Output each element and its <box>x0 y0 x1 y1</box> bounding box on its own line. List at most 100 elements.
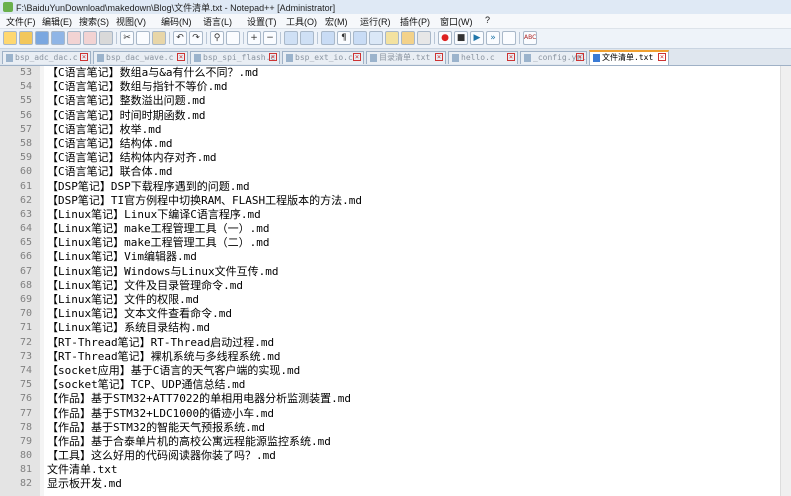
word-wrap-icon[interactable] <box>321 31 335 45</box>
zoom-in-icon[interactable]: + <box>247 31 261 45</box>
line-text[interactable]: 【Linux笔记】文本文件查看命令.md <box>47 307 232 321</box>
editor-line[interactable]: 61 【DSP笔记】DSP下载程序遇到的问题.md <box>0 180 791 194</box>
line-text[interactable]: 【C语言笔记】联合体.md <box>47 165 173 179</box>
print-icon[interactable] <box>99 31 113 45</box>
tab-bsp-ext-io[interactable]: bsp_ext_io.c × <box>282 51 364 64</box>
close-tab-icon[interactable]: × <box>658 53 666 61</box>
editor-line[interactable]: 77 【作品】基于STM32+LDC1000的循迹小车.md <box>0 407 791 421</box>
save-icon[interactable] <box>35 31 49 45</box>
menu-edit[interactable]: 编辑(E) <box>42 15 72 28</box>
line-text[interactable]: 【作品】基于合泰单片机的高校公寓远程能源监控系统.md <box>47 435 331 449</box>
editor-line[interactable]: 60 【C语言笔记】联合体.md <box>0 165 791 179</box>
open-file-icon[interactable] <box>19 31 33 45</box>
line-text[interactable]: 【Linux笔记】Vim编辑器.md <box>47 250 197 264</box>
menu-settings[interactable]: 设置(T) <box>247 15 277 28</box>
undo-icon[interactable]: ↶ <box>173 31 187 45</box>
close-tab-icon[interactable]: × <box>177 53 185 61</box>
vertical-scrollbar[interactable] <box>780 66 791 496</box>
editor-line[interactable]: 62 【DSP笔记】TI官方例程中切换RAM、FLASH工程版本的方法.md <box>0 194 791 208</box>
line-text[interactable]: 【socket应用】基于C语言的天气客户端的实现.md <box>47 364 300 378</box>
menu-help[interactable]: ? <box>485 15 490 25</box>
replace-icon[interactable] <box>226 31 240 45</box>
editor-line[interactable]: 78 【作品】基于STM32的智能天气预报系统.md <box>0 421 791 435</box>
line-text[interactable]: 【作品】基于STM32+ATT7022的单相用电器分析监测装置.md <box>47 392 351 406</box>
tab-dir-list[interactable]: 目录清单.txt × <box>366 51 446 64</box>
text-editor[interactable]: 53 【C语言笔记】数组a与&a有什么不同？.md 54 【C语言笔记】数组与指针不等… <box>0 66 791 496</box>
menu-macro[interactable]: 宏(M) <box>325 15 348 28</box>
editor-line[interactable]: 75 【socket笔记】TCP、UDP通信总结.md <box>0 378 791 392</box>
line-text[interactable]: 【Linux笔记】系统目录结构.md <box>47 321 210 335</box>
editor-line[interactable]: 74 【socket应用】基于C语言的天气客户端的实现.md <box>0 364 791 378</box>
tab-bsp-adc-dac[interactable]: bsp_adc_dac.c × <box>2 51 91 64</box>
close-tab-icon[interactable]: × <box>353 53 361 61</box>
line-text[interactable]: 【C语言笔记】枚举.md <box>47 123 162 137</box>
menu-encoding[interactable]: 编码(N) <box>161 15 192 28</box>
editor-line[interactable]: 65 【Linux笔记】make工程管理工具（二）.md <box>0 236 791 250</box>
editor-line[interactable]: 66 【Linux笔记】Vim编辑器.md <box>0 250 791 264</box>
editor-line[interactable]: 82 显示板开发.md <box>0 477 791 491</box>
editor-line[interactable]: 69 【Linux笔记】文件的权限.md <box>0 293 791 307</box>
save-all-icon[interactable] <box>51 31 65 45</box>
line-text[interactable]: 【Linux笔记】Linux下编译C语言程序.md <box>47 208 261 222</box>
editor-line[interactable]: 53 【C语言笔记】数组a与&a有什么不同？.md <box>0 66 791 80</box>
editor-line[interactable]: 63 【Linux笔记】Linux下编译C语言程序.md <box>0 208 791 222</box>
line-text[interactable]: 【Linux笔记】文件的权限.md <box>47 293 199 307</box>
find-icon[interactable]: ⚲ <box>210 31 224 45</box>
line-text[interactable]: 【socket笔记】TCP、UDP通信总结.md <box>47 378 245 392</box>
editor-line[interactable]: 79 【作品】基于合泰单片机的高校公寓远程能源监控系统.md <box>0 435 791 449</box>
doc-map-icon[interactable] <box>369 31 383 45</box>
line-text[interactable]: 文件清单.txt <box>47 463 118 477</box>
menu-view[interactable]: 视图(V) <box>116 15 146 28</box>
editor-line[interactable]: 68 【Linux笔记】文件及目录管理命令.md <box>0 279 791 293</box>
sync-h-icon[interactable] <box>300 31 314 45</box>
record-macro-icon[interactable]: ● <box>438 31 452 45</box>
tab-bsp-dac-wave[interactable]: bsp_dac_wave.c × <box>93 51 188 64</box>
close-icon[interactable] <box>67 31 81 45</box>
stop-macro-icon[interactable]: ■ <box>454 31 468 45</box>
save-macro-icon[interactable] <box>502 31 516 45</box>
close-all-icon[interactable] <box>83 31 97 45</box>
close-tab-icon[interactable]: × <box>269 53 277 61</box>
line-text[interactable]: 【C语言笔记】数组与指针不等价.md <box>47 80 228 94</box>
editor-line[interactable]: 80 【工具】这么好用的代码阅读器你装了吗？.md <box>0 449 791 463</box>
line-text[interactable]: 【C语言笔记】数组a与&a有什么不同？.md <box>47 66 258 80</box>
line-text[interactable]: 【DSP笔记】TI官方例程中切换RAM、FLASH工程版本的方法.md <box>47 194 362 208</box>
spell-check-icon[interactable]: ABC <box>523 31 537 45</box>
line-text[interactable]: 【Linux笔记】make工程管理工具（一）.md <box>47 222 269 236</box>
close-tab-icon[interactable]: × <box>576 53 584 61</box>
editor-line[interactable]: 57 【C语言笔记】枚举.md <box>0 123 791 137</box>
menu-file[interactable]: 文件(F) <box>6 15 36 28</box>
tab-hello-c[interactable]: hello.c × <box>448 51 518 64</box>
paste-icon[interactable] <box>152 31 166 45</box>
tab-config-yml[interactable]: _config.yml × <box>520 51 587 64</box>
play-macro-icon[interactable]: ▶ <box>470 31 484 45</box>
line-text[interactable]: 显示板开发.md <box>47 477 122 491</box>
editor-line[interactable]: 67 【Linux笔记】Windows与Linux文件互传.md <box>0 265 791 279</box>
redo-icon[interactable]: ↷ <box>189 31 203 45</box>
editor-line[interactable]: 73 【RT-Thread笔记】裸机系统与多线程系统.md <box>0 350 791 364</box>
line-text[interactable]: 【C语言笔记】结构体内存对齐.md <box>47 151 217 165</box>
show-all-chars-icon[interactable]: ¶ <box>337 31 351 45</box>
editor-line[interactable]: 58 【C语言笔记】结构体.md <box>0 137 791 151</box>
editor-line[interactable]: 59 【C语言笔记】结构体内存对齐.md <box>0 151 791 165</box>
editor-line[interactable]: 54 【C语言笔记】数组与指针不等价.md <box>0 80 791 94</box>
copy-icon[interactable] <box>136 31 150 45</box>
line-text[interactable]: 【Linux笔记】make工程管理工具（二）.md <box>47 236 269 250</box>
menu-plugins[interactable]: 插件(P) <box>400 15 430 28</box>
menu-search[interactable]: 搜索(S) <box>79 15 109 28</box>
cut-icon[interactable]: ✂ <box>120 31 134 45</box>
close-tab-icon[interactable]: × <box>80 53 88 61</box>
sync-v-icon[interactable] <box>284 31 298 45</box>
close-tab-icon[interactable]: × <box>435 53 443 61</box>
editor-line[interactable]: 76 【作品】基于STM32+ATT7022的单相用电器分析监测装置.md <box>0 392 791 406</box>
line-text[interactable]: 【作品】基于STM32的智能天气预报系统.md <box>47 421 265 435</box>
editor-line[interactable]: 81 文件清单.txt <box>0 463 791 477</box>
editor-line[interactable]: 70 【Linux笔记】文本文件查看命令.md <box>0 307 791 321</box>
editor-line[interactable]: 64 【Linux笔记】make工程管理工具（一）.md <box>0 222 791 236</box>
line-text[interactable]: 【C语言笔记】整数溢出问题.md <box>47 94 206 108</box>
line-text[interactable]: 【Linux笔记】Windows与Linux文件互传.md <box>47 265 278 279</box>
menu-tools[interactable]: 工具(O) <box>286 15 317 28</box>
menu-window[interactable]: 窗口(W) <box>440 15 473 28</box>
editor-line[interactable]: 71 【Linux笔记】系统目录结构.md <box>0 321 791 335</box>
new-file-icon[interactable] <box>3 31 17 45</box>
